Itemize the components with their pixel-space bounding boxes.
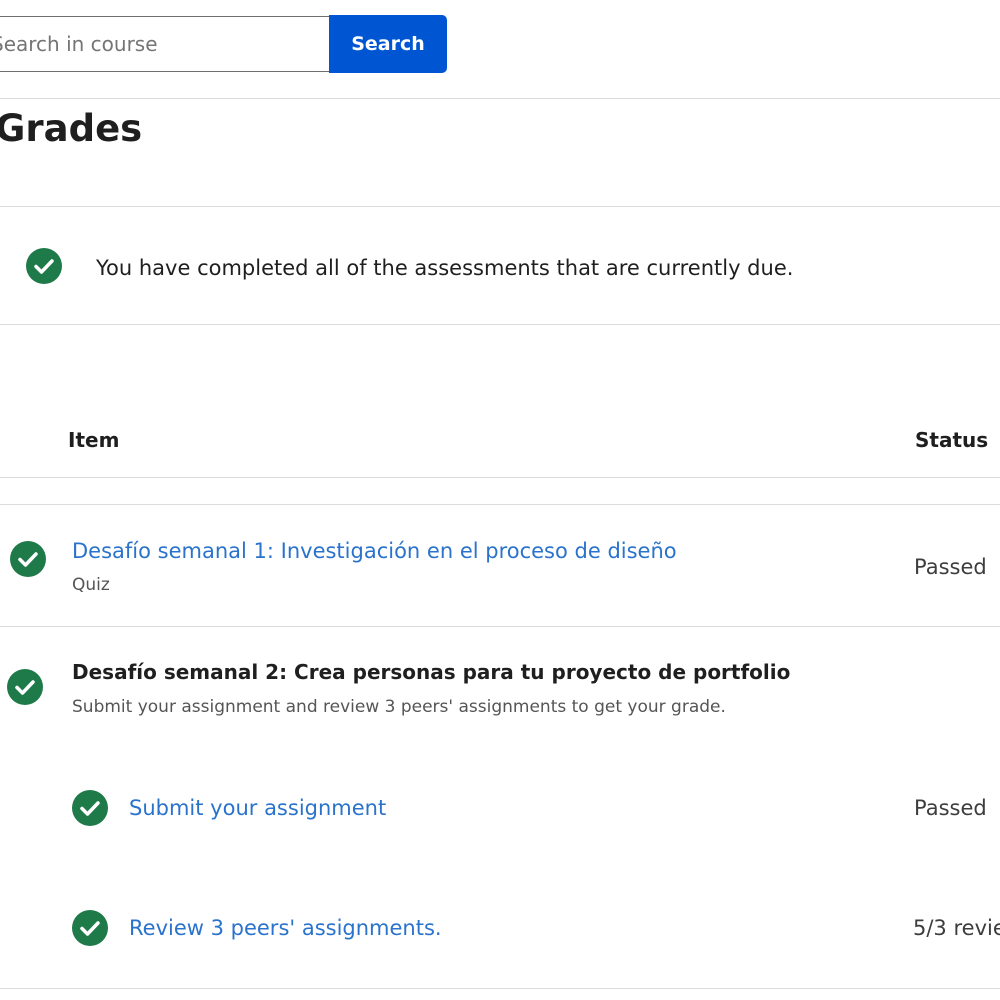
subitem-check-icon — [72, 790, 108, 830]
row-check-icon — [10, 541, 46, 581]
item-link-quiz-1[interactable]: Desafío semanal 1: Investigación en el p… — [72, 537, 677, 565]
divider — [0, 626, 1000, 627]
item-type: Quiz — [72, 575, 110, 595]
subitem-link-review-peers[interactable]: Review 3 peers' assignments. — [129, 914, 442, 942]
divider — [0, 477, 1000, 478]
column-header-item: Item — [68, 428, 120, 452]
status-text: Passed — [914, 796, 987, 820]
banner-check-icon — [26, 248, 62, 288]
status-text: Passed — [914, 555, 987, 579]
divider — [0, 504, 1000, 505]
item-title-assignment-2: Desafío semanal 2: Crea personas para tu… — [72, 660, 791, 684]
row-check-icon — [7, 669, 43, 709]
banner-message: You have completed all of the assessment… — [96, 256, 794, 280]
item-description: Submit your assignment and review 3 peer… — [72, 697, 726, 717]
divider — [0, 206, 1000, 207]
search-input[interactable] — [0, 16, 330, 72]
column-header-status: Status — [915, 428, 989, 452]
divider — [0, 98, 1000, 99]
divider — [0, 324, 1000, 325]
status-text: 5/3 reviews — [913, 916, 1000, 940]
page-title: Grades — [0, 107, 143, 150]
subitem-check-icon — [72, 910, 108, 950]
divider — [0, 988, 1000, 989]
search-button[interactable]: Search — [329, 15, 447, 73]
subitem-link-submit-assignment[interactable]: Submit your assignment — [129, 794, 386, 822]
